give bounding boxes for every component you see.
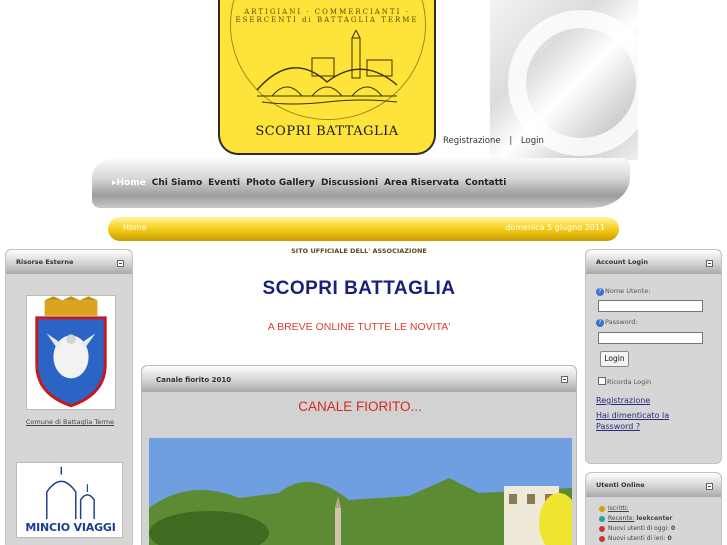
current-date: domenica 5 giugno 2011 — [505, 223, 605, 232]
top-links: Registrazione | Login — [443, 136, 544, 146]
user-icon — [599, 515, 605, 522]
panel-header: Utenti Online — [586, 473, 721, 497]
mincio-viaggi-banner[interactable]: MINCIO VIAGGI — [16, 462, 123, 538]
registration-link[interactable]: Registrazione — [596, 396, 650, 405]
bridge-illustration-icon — [256, 30, 398, 105]
canal-photo[interactable] — [149, 438, 572, 545]
username-label: ? Nome Utente: — [596, 287, 650, 296]
login-button[interactable]: Login — [600, 351, 629, 367]
coat-of-arms-image[interactable] — [26, 295, 116, 410]
panel-title: Risorse Esterne — [16, 258, 74, 266]
panel-title: Utenti Online — [596, 481, 645, 489]
new-yesterday-row: Nuovi utenti di ieri: 0 — [599, 535, 672, 542]
panel-header: Risorse Esterne — [6, 250, 132, 274]
article-panel-title: Canale fiorito 2010 — [156, 376, 232, 384]
header: ARTIGIANI · COMMERCIANTI · ESERCENTI di … — [0, 0, 727, 160]
register-link[interactable]: Registrazione — [443, 136, 501, 146]
minimize-icon[interactable] — [706, 260, 713, 267]
nav-item-contatti[interactable]: Contatti — [465, 178, 506, 188]
link-separator: | — [509, 136, 513, 146]
notice-text: A BREVE ONLINE TUTTE LE NOVITA' — [267, 321, 451, 333]
breadcrumb-home[interactable]: Home — [123, 223, 147, 232]
panel-header: Account Login — [586, 250, 721, 274]
article-title: CANALE FIORITO... — [298, 399, 422, 414]
nav-item-photo-gallery[interactable]: Photo Gallery — [246, 178, 315, 188]
remember-login-checkbox[interactable] — [598, 377, 606, 385]
help-icon[interactable]: ? — [596, 319, 604, 327]
recent-username[interactable]: leekcenter — [636, 515, 672, 522]
site-subtitle: SITO UFFICIALE DELL' ASSOCIAZIONE — [291, 247, 427, 255]
photo-scene-icon — [149, 438, 572, 545]
article-header: Canale fiorito 2010 — [142, 366, 576, 392]
nav-item-discussioni[interactable]: Discussioni — [321, 178, 378, 188]
registered-row: Iscritti: — [599, 505, 629, 512]
nav-item-eventi[interactable]: Eventi — [208, 178, 240, 188]
new-today-count: 0 — [670, 525, 676, 532]
user-icon — [599, 535, 605, 542]
minimize-icon[interactable] — [117, 260, 124, 267]
banner-text: MINCIO VIAGGI — [25, 521, 116, 534]
user-icon — [599, 525, 605, 532]
minimize-icon[interactable] — [706, 483, 713, 490]
help-icon[interactable]: ? — [596, 288, 604, 296]
logo-name: SCOPRI BATTAGLIA — [255, 124, 399, 139]
church-dome-icon — [46, 466, 95, 520]
login-link[interactable]: Login — [521, 136, 544, 146]
external-resources-panel: Risorse Esterne Comune di Battaglia Term… — [5, 249, 133, 545]
remember-login-label: Ricorda Login — [607, 378, 652, 386]
users-icon — [599, 505, 605, 512]
panel-title: Account Login — [596, 258, 648, 266]
forgot-password-link[interactable]: Hai dimenticato la Password ? — [596, 410, 706, 432]
new-today-row: Nuovi utenti di oggi: 0 — [599, 525, 675, 532]
breadcrumb-bar: Home domenica 5 giugno 2011 — [108, 217, 619, 241]
nav-item-area-riservata[interactable]: Area Riservata — [384, 178, 459, 188]
site-logo[interactable]: ARTIGIANI · COMMERCIANTI · ESERCENTI di … — [218, 0, 436, 155]
username-field[interactable] — [598, 300, 703, 312]
logo-ring-text: ARTIGIANI · COMMERCIANTI · ESERCENTI di … — [235, 8, 419, 24]
main-nav: ▸Home Chi Siamo Eventi Photo Gallery Dis… — [112, 178, 506, 188]
online-users-panel: Utenti Online Iscritti: Recente: leekcen… — [585, 472, 722, 545]
account-login-panel: Account Login ? Nome Utente: ? Password: L… — [585, 249, 722, 464]
minimize-icon[interactable] — [561, 376, 568, 383]
page-title: SCOPRI BATTAGLIA — [262, 278, 456, 299]
new-yesterday-count: 0 — [667, 535, 672, 542]
article-panel: Canale fiorito 2010 CANALE FIORITO... — [141, 365, 577, 545]
recent-row: Recente: leekcenter — [599, 515, 672, 522]
crest-icon — [35, 296, 107, 408]
nav-item-chi-siamo[interactable]: Chi Siamo — [152, 178, 202, 188]
nav-item-home[interactable]: ▸Home — [112, 178, 146, 188]
password-label: ? Password: — [596, 318, 638, 327]
crest-caption-link[interactable]: Comune di Battaglia Terme — [6, 418, 134, 426]
password-field[interactable] — [598, 332, 703, 344]
